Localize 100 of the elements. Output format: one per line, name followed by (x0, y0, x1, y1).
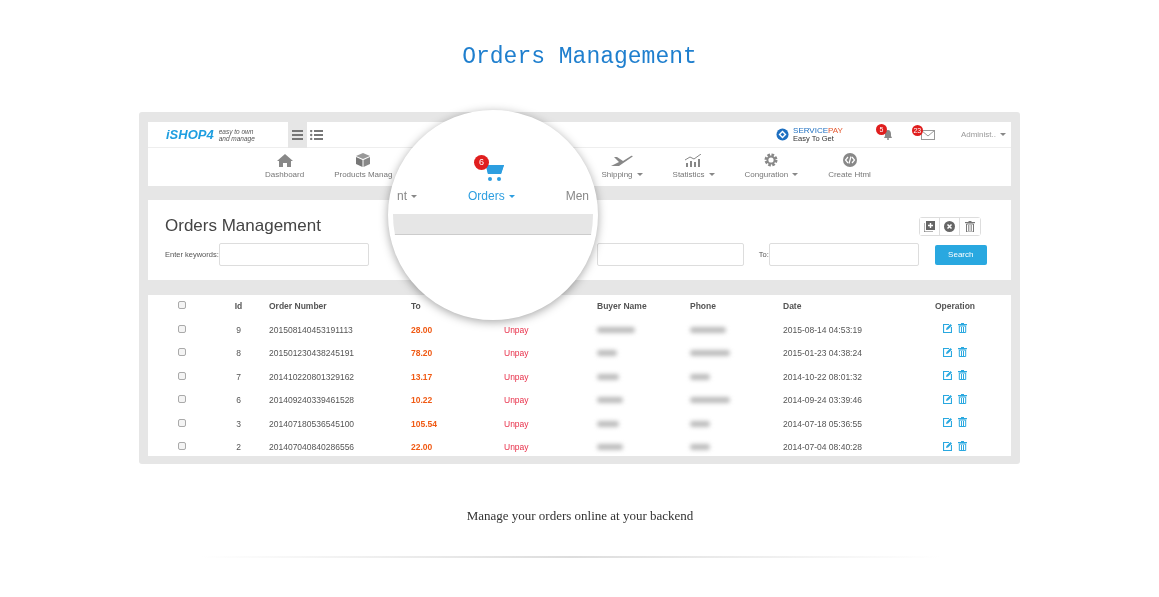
brand-name: SERVICEPAY (793, 126, 843, 135)
edit-icon[interactable] (943, 324, 952, 334)
table-cell: 2014-07-04 08:40:28 (783, 442, 862, 453)
table-cell: Unpay (504, 418, 529, 429)
table-cell: Unpay (504, 371, 529, 382)
table-cell: 2015-08-14 04:53:19 (783, 324, 862, 335)
table-cell: 201407040840286556 (269, 442, 355, 453)
table-cell: 10.22 (411, 395, 433, 406)
table-cell: Unpay (504, 324, 529, 335)
bell-icon[interactable] (882, 129, 893, 140)
checkbox[interactable] (177, 324, 186, 333)
chart-icon (685, 153, 703, 167)
table-cell: 2015-01-23 04:38:24 (783, 348, 862, 359)
blurred-text (690, 373, 710, 380)
column-header: Phone (690, 301, 716, 312)
blurred-text (597, 420, 619, 427)
checkbox[interactable] (177, 442, 186, 451)
trash-icon[interactable] (958, 370, 967, 381)
add-button[interactable] (920, 218, 940, 235)
table-cell: 7 (236, 371, 241, 382)
edit-icon[interactable] (943, 394, 952, 404)
code-icon (842, 153, 857, 167)
table-cell: 2014-10-22 08:01:32 (783, 371, 862, 382)
nav-item[interactable]: Statistics (672, 148, 715, 186)
home-icon (276, 153, 293, 167)
edit-icon[interactable] (943, 347, 952, 357)
table-cell: 78.20 (411, 348, 433, 359)
nav-item[interactable]: Products Manag (334, 148, 393, 186)
plane-icon (610, 153, 633, 167)
table-cell: 8 (236, 348, 241, 359)
table-cell: Unpay (504, 442, 529, 453)
caption: Manage your orders online at your backend (465, 507, 695, 525)
edit-icon[interactable] (943, 418, 952, 428)
table-cell: 2 (236, 442, 241, 453)
search-button[interactable]: Search (934, 244, 987, 265)
nav-item[interactable]: Create Html (828, 148, 871, 186)
blurred-text (690, 397, 730, 404)
checkbox[interactable] (177, 395, 186, 404)
trash-icon (965, 221, 975, 232)
table-cell: 2014-09-24 03:39:46 (783, 395, 862, 406)
checkbox[interactable] (177, 348, 186, 357)
count-badge: 6 (474, 155, 489, 170)
nav-item[interactable]: Conguration (744, 148, 799, 186)
trash-icon[interactable] (958, 417, 967, 428)
user-menu[interactable]: Administ.. (960, 128, 1006, 141)
date-to-field[interactable] (768, 243, 919, 267)
blurred-text (690, 326, 726, 333)
blurred-text (597, 326, 635, 333)
mail-icon[interactable] (920, 129, 935, 140)
table-cell: 2014-07-18 05:36:55 (783, 418, 862, 429)
trash-icon[interactable] (958, 440, 967, 451)
table-cell: Unpay (504, 395, 529, 406)
column-header: To (411, 301, 421, 312)
nav-item[interactable]: Orders (468, 187, 515, 205)
gear-icon (764, 153, 779, 167)
trash-icon[interactable] (958, 323, 967, 334)
close-icon (944, 221, 955, 232)
column-header: Id (234, 301, 243, 312)
blurred-text (690, 420, 710, 427)
column-header: Order Number (269, 301, 327, 312)
table-cell: 201407180536545100 (269, 418, 355, 429)
nav-item[interactable]: Men (565, 187, 589, 205)
blurred-text (690, 350, 730, 357)
table-cell: 28.00 (411, 324, 433, 335)
keyword-field[interactable] (218, 243, 369, 267)
checkbox[interactable] (177, 418, 186, 427)
nav-item[interactable]: Dashboard (265, 148, 305, 186)
nav-item[interactable]: nt (397, 187, 417, 205)
table-cell: 201508140453191113 (269, 324, 353, 335)
menu-icon (292, 130, 303, 140)
edit-icon[interactable] (943, 441, 952, 451)
table-cell: 105.54 (411, 418, 437, 429)
table-cell: 3 (236, 418, 241, 429)
column-header: Date (783, 301, 802, 312)
checkbox[interactable] (177, 301, 186, 310)
table-cell: 22.00 (411, 442, 433, 453)
table-cell: Unpay (504, 348, 529, 359)
column-header: Operation (934, 301, 976, 312)
panel-title: Orders Management (165, 216, 321, 237)
menu-button[interactable] (288, 122, 307, 148)
blurred-text (597, 373, 619, 380)
nav-item[interactable]: Shipping (601, 148, 643, 186)
servicepay-logo-icon (776, 128, 790, 141)
table-cell: 9 (236, 324, 241, 335)
blurred-text (597, 350, 617, 357)
date-from-field[interactable] (596, 243, 744, 267)
box-icon (356, 153, 371, 167)
checkbox[interactable] (177, 371, 186, 380)
add-icon (924, 221, 935, 232)
blurred-text (597, 397, 623, 404)
blurred-text (690, 444, 710, 451)
blurred-text (597, 444, 623, 451)
table-cell: 6 (236, 395, 241, 406)
trash-icon[interactable] (958, 346, 967, 357)
table-cell: 13.17 (411, 371, 433, 382)
edit-icon[interactable] (943, 371, 952, 381)
trash-icon[interactable] (958, 393, 967, 404)
column-header: Buyer Name (597, 301, 647, 312)
table-cell: 201409240339461528 (269, 395, 355, 406)
table-cell: 201410220801329162 (269, 371, 355, 382)
